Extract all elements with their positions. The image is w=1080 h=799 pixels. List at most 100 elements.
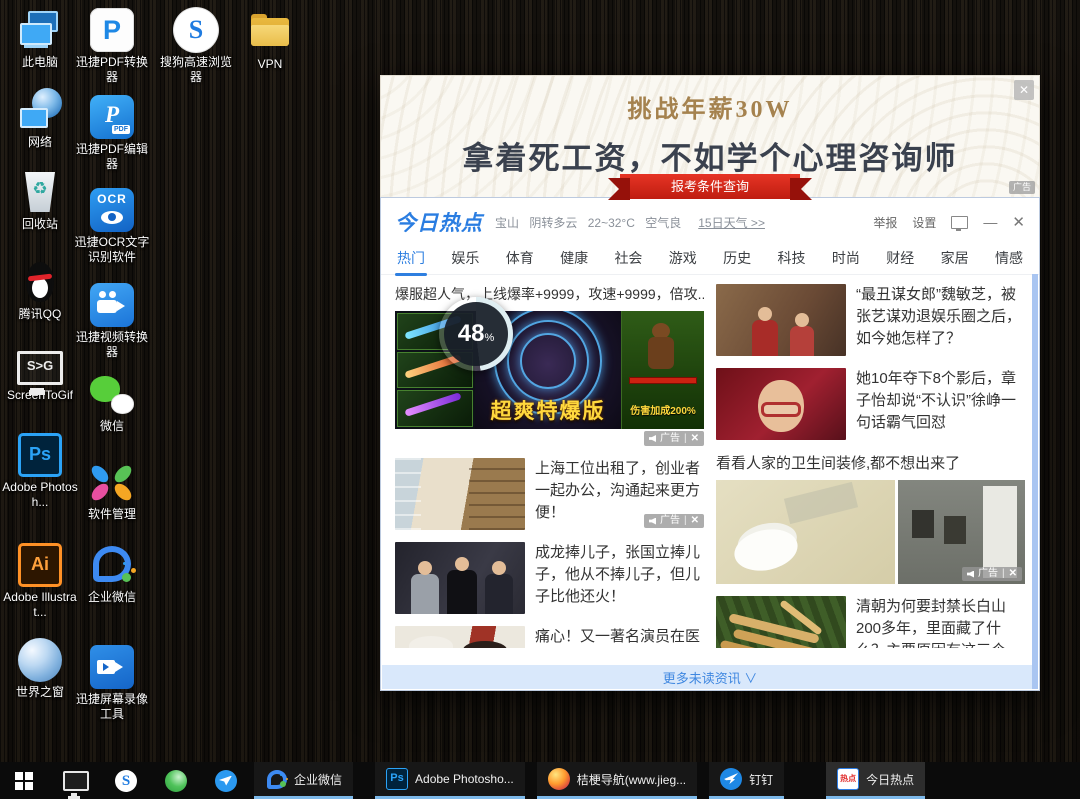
news-logo: 今日热点 bbox=[395, 207, 483, 237]
office-ad-badge[interactable]: 广告 | ✕ bbox=[644, 514, 704, 528]
desktop-icon-screen-recorder[interactable]: 迅捷屏幕录像工具 bbox=[72, 645, 152, 722]
sogou-glyph: S bbox=[174, 8, 218, 52]
settings-link[interactable]: 设置 bbox=[912, 214, 936, 231]
taskbar-plane-app[interactable] bbox=[206, 762, 246, 799]
desktop-icon-label: 企业微信 bbox=[72, 590, 152, 605]
game-boss-panel: 伤害加成200% bbox=[621, 311, 704, 429]
badge-close-icon[interactable]: ✕ bbox=[1009, 567, 1017, 581]
bathroom-ad-images[interactable]: 广告 | ✕ bbox=[716, 480, 1025, 584]
badge-close-icon[interactable]: ✕ bbox=[691, 514, 699, 528]
sogou-s-icon: S bbox=[174, 8, 218, 52]
more-news-footer[interactable]: 更多未读资讯 ∨ bbox=[382, 665, 1038, 689]
badge-close-icon[interactable]: ✕ bbox=[691, 432, 699, 446]
desktop-icon-label: 迅捷视频转换器 bbox=[72, 330, 152, 360]
tab-finance[interactable]: 财经 bbox=[886, 248, 914, 270]
speaker-icon bbox=[649, 435, 656, 442]
bathroom-ad-title[interactable]: 看看人家的卫生间装修,都不想出来了 bbox=[716, 452, 1025, 473]
article-row-changbai[interactable]: 清朝为何要封禁长白山200多年，里面藏了什么？主要原因有这三个 bbox=[716, 596, 1025, 648]
game-ad-title[interactable]: 爆服超人气，上线爆率+9999，攻速+9999，倍攻... bbox=[395, 284, 704, 304]
tab-emotion[interactable]: 情感 bbox=[995, 248, 1023, 270]
taskbar-app-label: 企业微信 bbox=[294, 771, 342, 788]
scrollbar[interactable] bbox=[1032, 274, 1038, 689]
tab-games[interactable]: 游戏 bbox=[669, 248, 697, 270]
bathroom-image-1 bbox=[716, 480, 895, 584]
report-link[interactable]: 举报 bbox=[873, 214, 897, 231]
tab-health[interactable]: 健康 bbox=[560, 248, 588, 270]
tab-history[interactable]: 历史 bbox=[723, 248, 751, 270]
ad-close-button[interactable]: ✕ bbox=[1014, 80, 1034, 100]
desktop-icon-screentogif[interactable]: S>G ScreenToGif bbox=[0, 348, 80, 403]
ad-headline: 挑战年薪30W bbox=[381, 76, 1039, 124]
desktop-icon-recycle-bin[interactable]: 回收站 bbox=[0, 170, 80, 232]
loading-progress-ring: 48 % bbox=[439, 297, 513, 371]
tab-tech[interactable]: 科技 bbox=[778, 248, 806, 270]
desktop-icon-video-converter[interactable]: 迅捷视频转换器 bbox=[72, 283, 152, 360]
taskbar-desktop-app[interactable] bbox=[54, 762, 98, 799]
taskbar-sogou-browser[interactable]: S bbox=[106, 762, 146, 799]
taskbar-dingtalk[interactable]: 钉钉 bbox=[709, 762, 784, 799]
desktop-icon-sogou-browser[interactable]: S 搜狗高速浏览器 bbox=[156, 8, 236, 85]
tab-hot[interactable]: 热门 bbox=[397, 248, 425, 270]
taskbar-hot-news[interactable]: 热点 今日热点 bbox=[826, 762, 925, 799]
article-row-weiminzhi[interactable]: “最丑谋女郎”魏敏芝，被张艺谋劝退娱乐圈之后，如今她怎样了？ bbox=[716, 284, 1025, 356]
desktop-icon-world-window[interactable]: 世界之窗 bbox=[0, 638, 80, 700]
pin-to-desktop-icon[interactable] bbox=[951, 216, 968, 229]
desktop-icon-label: 迅捷OCR文字识别软件 bbox=[72, 235, 152, 265]
pdf-converter-icon: P bbox=[90, 8, 134, 52]
desktop-icon-pdf-editor[interactable]: P PDF 迅捷PDF编辑器 bbox=[72, 95, 152, 172]
desktop-icon-network[interactable]: 网络 bbox=[0, 88, 80, 150]
desktop-icon-vpn[interactable]: VPN bbox=[230, 10, 310, 72]
taskbar-wechat-work[interactable]: 企业微信 bbox=[254, 762, 353, 799]
weather-air: 空气良 bbox=[645, 216, 681, 230]
hot-glyph: 热点 bbox=[838, 769, 858, 789]
ad-banner[interactable]: 挑战年薪30W 拿着死工资，不如学个心理咨询师 报考条件查询 ✕ 广告 bbox=[380, 75, 1040, 197]
tab-society[interactable]: 社会 bbox=[614, 248, 642, 270]
desktop-icon-qq[interactable]: 腾讯QQ bbox=[0, 260, 80, 322]
desktop-icon-pdf-converter[interactable]: P 迅捷PDF转换器 bbox=[72, 8, 152, 85]
article-row-xuzheng[interactable]: 她10年夺下8个影后，章子怡却说“不认识”徐峥一句话霸气回怼 bbox=[716, 368, 1025, 440]
game-banner-text: 超爽特爆版 bbox=[475, 395, 621, 425]
article-row-actor-death[interactable]: 痛心！又一著名演员在医院抢救无效死亡 bbox=[395, 626, 704, 648]
desktop-icon-this-pc[interactable]: 此电脑 bbox=[0, 8, 80, 70]
right-column: “最丑谋女郎”魏敏芝，被张艺谋劝退娱乐圈之后，如今她怎样了？ 她10年夺下8个影… bbox=[716, 284, 1025, 648]
game-ad-image[interactable]: 超爽特爆版 伤害加成200% 48 % bbox=[395, 311, 704, 429]
start-button[interactable] bbox=[0, 762, 48, 799]
bathroom-ad-badge[interactable]: 广告 | ✕ bbox=[962, 567, 1022, 581]
article-text: 清朝为何要封禁长白山200多年，里面藏了什么？主要原因有这三个 bbox=[856, 596, 1025, 648]
pdf-editor-icon: P PDF bbox=[90, 95, 134, 139]
video-camera-icon bbox=[90, 283, 134, 327]
close-button[interactable]: ✕ bbox=[1012, 213, 1025, 231]
weather-15day-link[interactable]: 15日天气 >> bbox=[698, 214, 765, 231]
taskbar-green-browser[interactable] bbox=[156, 762, 196, 799]
desktop-icon-photoshop[interactable]: Ps Adobe Photosh... bbox=[0, 433, 80, 510]
speaker-icon bbox=[967, 571, 974, 578]
ad-label-badge: 广告 bbox=[1009, 181, 1035, 194]
desktop-icon-label: 回收站 bbox=[0, 217, 80, 232]
tab-fashion[interactable]: 时尚 bbox=[832, 248, 860, 270]
ad-cta-button[interactable]: 报考条件查询 bbox=[620, 174, 800, 199]
desktop-icon-wechat-work[interactable]: 企业微信 bbox=[72, 543, 152, 605]
game-ad-badge[interactable]: 广告 | ✕ bbox=[644, 431, 704, 446]
article-row-office-ad[interactable]: 上海工位出租了，创业者一起办公，沟通起来更方便！ 广告 | ✕ bbox=[395, 458, 704, 530]
taskbar-photoshop[interactable]: Ps Adobe Photosho... bbox=[375, 762, 525, 799]
ps-glyph: Ps bbox=[21, 436, 59, 474]
folder-icon bbox=[248, 10, 292, 54]
taskbar-app-label: Adobe Photosho... bbox=[415, 772, 514, 786]
desktop-icon-illustrator[interactable]: Ai Adobe Illustrat... bbox=[0, 543, 80, 620]
dingtalk-icon bbox=[720, 768, 742, 790]
minimize-button[interactable]: — bbox=[983, 214, 997, 230]
desktop-icon-wechat[interactable]: 微信 bbox=[72, 372, 152, 434]
photoshop-icon: Ps bbox=[386, 768, 408, 790]
article-row-jackie[interactable]: 成龙捧儿子，张国立捧儿子，他从不捧儿子，但儿子比他还火！ bbox=[395, 542, 704, 614]
tab-home[interactable]: 家居 bbox=[941, 248, 969, 270]
news-header: 今日热点 宝山 阴转多云 22~32°C 空气良 15日天气 >> 举报 设置 … bbox=[381, 198, 1039, 244]
left-column: 爆服超人气，上线爆率+9999，攻速+9999，倍攻... 超爽特爆版 伤害加成… bbox=[395, 284, 704, 648]
desktop-icon-ocr[interactable]: OCR 迅捷OCR文字识别软件 bbox=[72, 188, 152, 265]
desktop-icon-software-manager[interactable]: 软件管理 bbox=[72, 460, 152, 522]
tab-sports[interactable]: 体育 bbox=[506, 248, 534, 270]
article-image bbox=[395, 626, 525, 648]
pdf-p-glyph: P bbox=[90, 8, 134, 52]
news-window: 今日热点 宝山 阴转多云 22~32°C 空气良 15日天气 >> 举报 设置 … bbox=[380, 197, 1040, 691]
taskbar-firefox[interactable]: 桔梗导航(www.jieg... bbox=[537, 762, 697, 799]
tab-entertainment[interactable]: 娱乐 bbox=[451, 248, 479, 270]
